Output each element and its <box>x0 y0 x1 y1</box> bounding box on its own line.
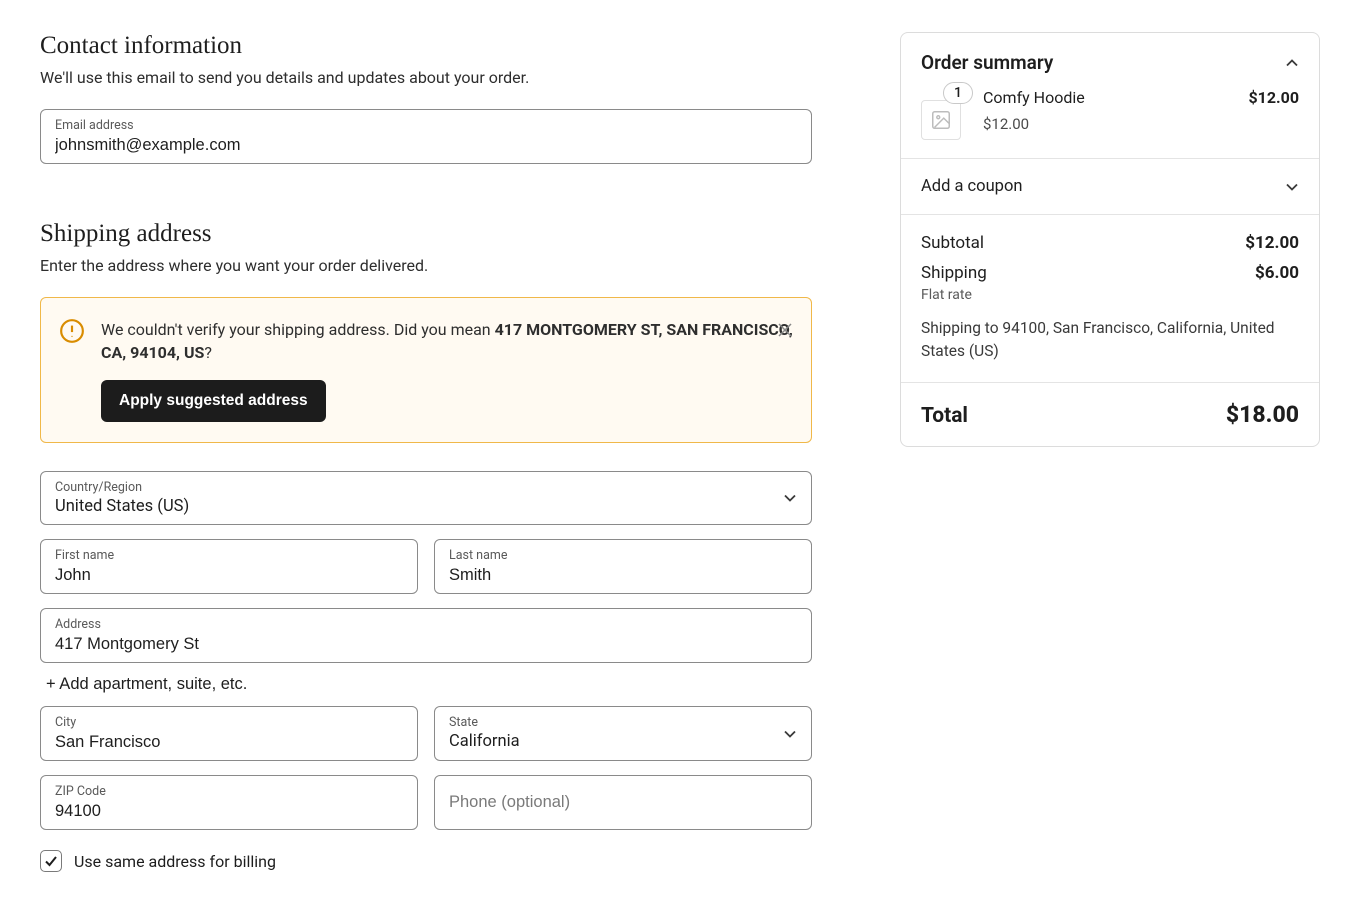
contact-section-subtitle: We'll use this email to send you details… <box>40 68 812 87</box>
email-field-wrapper[interactable]: Email address <box>40 109 812 164</box>
shipping-value: $6.00 <box>1255 263 1299 283</box>
country-select[interactable]: United States (US) <box>55 497 797 516</box>
zip-field-wrapper[interactable]: ZIP Code <box>40 775 418 830</box>
warning-icon <box>59 318 85 344</box>
alert-suffix: ? <box>204 343 212 362</box>
same-billing-label: Use same address for billing <box>74 852 276 871</box>
shipping-section-subtitle: Enter the address where you want your or… <box>40 256 812 275</box>
item-unit-price: $12.00 <box>983 115 1299 133</box>
last-name-input[interactable] <box>449 566 797 585</box>
email-label: Email address <box>55 118 797 133</box>
subtotal-label: Subtotal <box>921 233 984 253</box>
first-name-label: First name <box>55 548 403 563</box>
line-item: 1 Comfy Hoodie $12.00 <box>921 88 1299 140</box>
item-qty-badge: 1 <box>943 82 973 104</box>
alert-message: We couldn't verify your shipping address… <box>101 318 793 364</box>
item-name: Comfy Hoodie <box>983 88 1085 107</box>
chevron-down-icon <box>1285 180 1299 194</box>
add-coupon-label: Add a coupon <box>921 177 1022 196</box>
city-label: City <box>55 715 403 730</box>
shipping-label: Shipping <box>921 263 987 283</box>
subtotal-value: $12.00 <box>1245 233 1299 253</box>
first-name-field-wrapper[interactable]: First name <box>40 539 418 594</box>
phone-input[interactable] <box>449 793 797 812</box>
apply-suggested-address-button[interactable]: Apply suggested address <box>101 380 326 422</box>
email-input[interactable] <box>55 136 797 155</box>
last-name-label: Last name <box>449 548 797 563</box>
shipping-section-title: Shipping address <box>40 220 812 248</box>
add-coupon-toggle[interactable]: Add a coupon <box>921 177 1299 196</box>
contact-section-title: Contact information <box>40 32 812 60</box>
address-input[interactable] <box>55 635 797 654</box>
address-label: Address <box>55 617 797 632</box>
same-billing-row[interactable]: Use same address for billing <box>40 850 812 872</box>
city-field-wrapper[interactable]: City <box>40 706 418 761</box>
add-apartment-button[interactable]: + Add apartment, suite, etc. <box>40 673 247 706</box>
shipping-method: Flat rate <box>921 287 1299 303</box>
close-icon[interactable] <box>775 320 795 340</box>
order-summary-toggle[interactable]: Order summary <box>921 51 1299 74</box>
state-label: State <box>449 715 797 730</box>
address-field-wrapper[interactable]: Address <box>40 608 812 663</box>
total-label: Total <box>921 404 968 428</box>
same-billing-checkbox[interactable] <box>40 850 62 872</box>
country-field-wrapper[interactable]: Country/Region United States (US) <box>40 471 812 525</box>
zip-input[interactable] <box>55 802 403 821</box>
last-name-field-wrapper[interactable]: Last name <box>434 539 812 594</box>
image-placeholder-icon <box>921 100 961 140</box>
address-verification-alert: We couldn't verify your shipping address… <box>40 297 812 443</box>
country-label: Country/Region <box>55 480 797 495</box>
order-summary-title: Order summary <box>921 51 1053 74</box>
first-name-input[interactable] <box>55 566 403 585</box>
chevron-up-icon <box>1285 56 1299 70</box>
state-field-wrapper[interactable]: State California <box>434 706 812 761</box>
item-line-total: $12.00 <box>1248 88 1299 107</box>
alert-prefix: We couldn't verify your shipping address… <box>101 320 495 339</box>
phone-field-wrapper[interactable] <box>434 775 812 830</box>
state-select[interactable]: California <box>449 732 797 751</box>
city-input[interactable] <box>55 733 403 752</box>
zip-label: ZIP Code <box>55 784 403 799</box>
shipping-destination: Shipping to 94100, San Francisco, Califo… <box>921 317 1299 364</box>
order-summary-card: Order summary 1 <box>900 32 1320 447</box>
total-value: $18.00 <box>1226 401 1299 428</box>
